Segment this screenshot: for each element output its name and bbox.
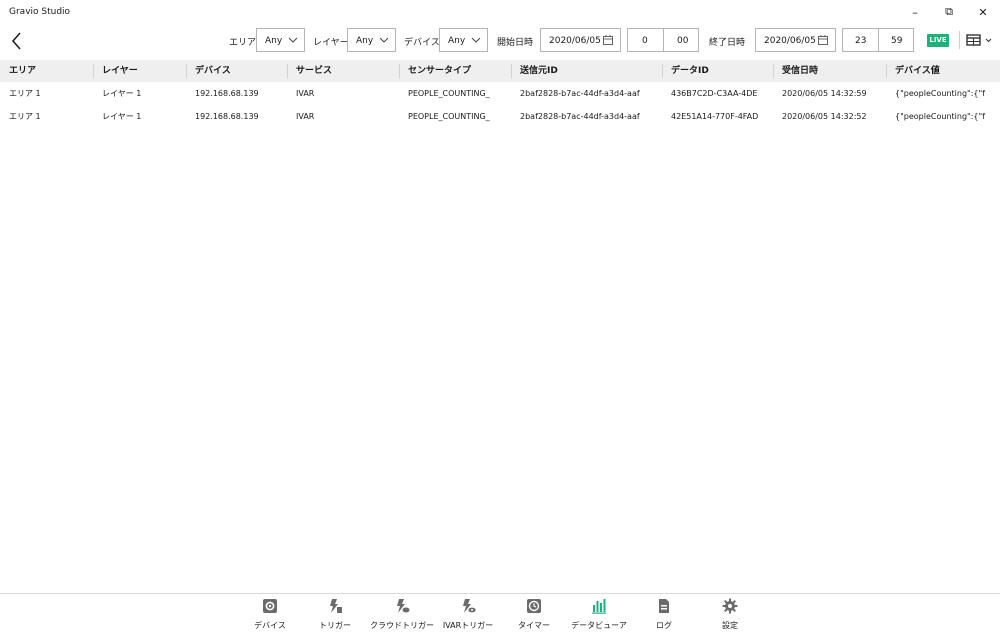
nav-item-timer[interactable]: タイマー (512, 598, 556, 636)
data-viewer-icon (592, 599, 606, 614)
chevron-down-icon (379, 37, 389, 43)
cell-service: IVAR (296, 112, 315, 121)
device-select-value: Any (448, 36, 466, 46)
nav-item-ivar-triggers[interactable]: IVARトリガー (440, 598, 496, 636)
device-filter-label: デバイス (404, 38, 440, 48)
column-header-service[interactable]: サービス (287, 60, 399, 82)
cell-source-id: 2baf2828-b7ac-44df-a3d4-aaf (520, 89, 640, 98)
table-row[interactable]: エリア 1 レイヤー 1 192.168.68.139 IVAR PEOPLE_… (0, 82, 1000, 105)
cell-device: 192.168.68.139 (195, 89, 259, 98)
column-header-data-id[interactable]: データID (662, 60, 773, 82)
nav-label: デバイス (254, 621, 286, 630)
table-columns-icon (966, 34, 992, 46)
calendar-icon (603, 35, 613, 45)
start-datetime-label: 開始日時 (497, 38, 534, 48)
cell-data-id: 436B7C2D-C3AA-4DE (671, 89, 758, 98)
nav-label: クラウドトリガー (370, 621, 434, 630)
nav-label: IVARトリガー (442, 621, 494, 630)
column-header-source-id[interactable]: 送信元ID (511, 60, 662, 82)
time-divider (663, 29, 664, 51)
end-minute-value[interactable]: 59 (891, 36, 902, 46)
cell-sensor-type: PEOPLE_COUNTING_ (408, 89, 490, 98)
device-select[interactable]: Any (439, 28, 488, 52)
nav-item-settings[interactable]: 設定 (714, 598, 746, 636)
timer-icon (527, 599, 541, 613)
cell-area: エリア 1 (9, 89, 41, 98)
cell-received-at: 2020/06/05 14:32:52 (782, 112, 867, 121)
cell-device: 192.168.68.139 (195, 112, 259, 121)
bottom-navigation: デバイス トリガー クラウドトリガー IVARトリガー タイマー データビューア… (0, 594, 1000, 638)
maximize-button[interactable]: ⧉ (932, 0, 966, 24)
close-button[interactable]: ✕ (966, 0, 1000, 24)
cell-layer: レイヤー 1 (102, 112, 142, 121)
area-select[interactable]: Any (256, 28, 305, 52)
cell-source-id: 2baf2828-b7ac-44df-a3d4-aaf (520, 112, 640, 121)
column-header-device[interactable]: デバイス (186, 60, 287, 82)
nav-label: ログ (656, 621, 672, 630)
layer-filter-label: レイヤー (313, 38, 349, 48)
end-datetime-label: 終了日時 (709, 38, 746, 48)
app-title: Gravio Studio (9, 7, 71, 17)
area-select-value: Any (265, 36, 283, 46)
filter-toolbar: エリア Any レイヤー Any デバイス Any 開始日時 2020/06/0… (0, 24, 1000, 58)
start-time-picker[interactable]: 0 00 (627, 28, 699, 52)
chevron-left-icon (12, 32, 21, 50)
column-header-received-at[interactable]: 受信日時 (773, 60, 886, 82)
table-row[interactable]: エリア 1 レイヤー 1 192.168.68.139 IVAR PEOPLE_… (0, 105, 1000, 128)
start-minute-value[interactable]: 00 (677, 36, 688, 46)
end-hour-value[interactable]: 23 (855, 36, 866, 46)
nav-item-triggers[interactable]: トリガー (312, 598, 358, 636)
cell-sensor-type: PEOPLE_COUNTING_ (408, 112, 490, 121)
cell-device-value: {"peopleCounting":{"f (895, 89, 985, 98)
layer-select[interactable]: Any (347, 28, 396, 52)
start-hour-value[interactable]: 0 (642, 36, 648, 46)
cloud-trigger-icon (397, 599, 410, 613)
device-icon (263, 599, 277, 613)
back-button[interactable] (8, 30, 26, 52)
nav-item-log[interactable]: ログ (648, 598, 680, 636)
nav-label: タイマー (518, 621, 550, 630)
column-header-device-value[interactable]: デバイス値 (886, 60, 1000, 82)
ivar-trigger-icon (463, 599, 476, 613)
cell-area: エリア 1 (9, 112, 41, 121)
nav-label: トリガー (319, 621, 351, 630)
cell-service: IVAR (296, 89, 315, 98)
end-date-value: 2020/06/05 (764, 36, 816, 46)
chevron-down-icon (288, 37, 298, 43)
title-bar: Gravio Studio – ⧉ ✕ (0, 0, 1000, 24)
cell-data-id: 42E51A14-770F-4FAD (671, 112, 759, 121)
trigger-icon (330, 599, 342, 613)
toolbar-separator (959, 31, 960, 49)
minimize-button[interactable]: – (898, 0, 932, 24)
column-header-area[interactable]: エリア (0, 60, 93, 82)
area-filter-label: エリア (229, 38, 257, 48)
chevron-down-icon (471, 37, 481, 43)
cell-device-value: {"peopleCounting":{"f (895, 112, 985, 121)
nav-item-data-viewer[interactable]: データビューア (570, 598, 628, 636)
cell-received-at: 2020/06/05 14:32:59 (782, 89, 867, 98)
layer-select-value: Any (356, 36, 374, 46)
time-divider (878, 29, 879, 51)
live-toggle[interactable]: LIVE (927, 34, 949, 47)
settings-icon (722, 598, 738, 614)
table-header: エリア レイヤー デバイス サービス センサータイプ 送信元ID データID 受… (0, 60, 1000, 82)
cell-layer: レイヤー 1 (102, 89, 142, 98)
column-header-sensor-type[interactable]: センサータイプ (399, 60, 511, 82)
nav-item-devices[interactable]: デバイス (244, 598, 296, 636)
nav-item-cloud-triggers[interactable]: クラウドトリガー (370, 598, 434, 636)
end-date-picker[interactable]: 2020/06/05 (755, 28, 836, 52)
start-date-value: 2020/06/05 (549, 36, 601, 46)
end-time-picker[interactable]: 23 59 (842, 28, 914, 52)
nav-label: 設定 (722, 621, 738, 630)
column-settings-button[interactable] (966, 33, 994, 47)
calendar-icon (818, 35, 828, 45)
log-icon (659, 599, 669, 613)
start-date-picker[interactable]: 2020/06/05 (540, 28, 621, 52)
column-header-layer[interactable]: レイヤー (93, 60, 186, 82)
nav-label: データビューア (571, 621, 627, 630)
